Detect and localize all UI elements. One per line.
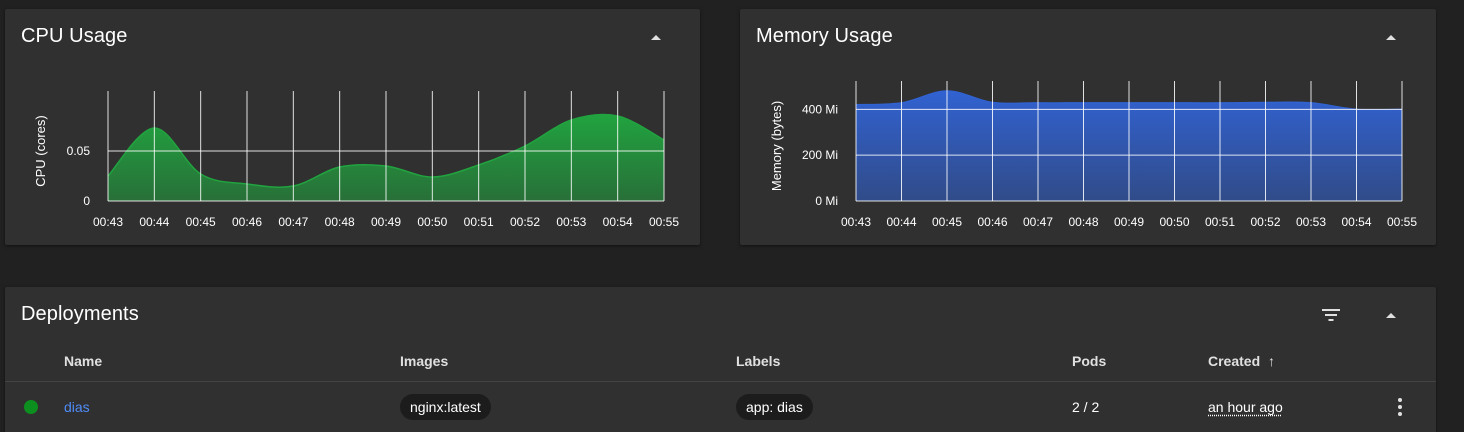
y-tick-label: 400 Mi [802,102,838,116]
x-tick-label: 00:47 [278,215,308,229]
column-header-labels[interactable]: Labels [736,353,780,369]
column-header-name[interactable]: Name [64,353,102,369]
more-vert-icon-dot [1398,405,1402,409]
y-axis-label: Memory (bytes) [769,101,784,191]
cpu-usage-title: CPU Usage [21,25,128,48]
column-header-pods[interactable]: Pods [1072,353,1106,369]
x-tick-label: 00:50 [1159,215,1189,229]
x-tick-label: 00:54 [603,215,633,229]
x-tick-label: 00:43 [93,215,123,229]
x-tick-label: 00:43 [841,215,871,229]
status-ready-icon [24,400,38,414]
x-tick-label: 00:48 [325,215,355,229]
chevron-up-icon [1385,311,1397,319]
deployment-name-link[interactable]: dias [64,399,90,415]
chevron-up-icon [1385,33,1397,41]
more-vert-icon-dot [1398,412,1402,416]
x-tick-label: 00:52 [510,215,540,229]
cpu-usage-card: CPU Usage 00:43 00:44 00:45 00:46 00:47 00:48… [5,9,700,245]
cpu-collapse-button[interactable] [642,23,670,51]
deployments-card: Deployments Name Images Labels Pods Crea… [5,287,1436,432]
x-tick-label: 00:46 [977,215,1007,229]
x-tick-label: 00:49 [1114,215,1144,229]
x-tick-label: 00:48 [1068,215,1098,229]
memory-usage-title: Memory Usage [756,25,893,48]
y-tick-label: 0 Mi [815,194,838,208]
y-axis-label: CPU (cores) [33,115,48,187]
column-header-images[interactable]: Images [400,353,448,369]
x-tick-label: 00:44 [886,215,916,229]
x-tick-label: 00:46 [232,215,262,229]
x-tick-label: 00:47 [1023,215,1053,229]
y-tick-label: 0.05 [67,144,91,158]
x-tick-label: 00:53 [1296,215,1326,229]
area-series [856,91,1402,201]
series-line [108,114,664,187]
column-header-created[interactable]: Created ↑ [1208,353,1275,369]
header-divider [5,381,1436,382]
created-time: an hour ago [1208,399,1283,415]
image-chip: nginx:latest [400,394,491,420]
deployments-title: Deployments [21,303,139,326]
series-line [856,91,1402,110]
x-tick-label: 00:52 [1250,215,1280,229]
pods-count: 2 / 2 [1072,399,1099,415]
more-vert-icon-dot [1398,398,1402,402]
area-series [108,114,664,201]
x-tick-label: 00:55 [1387,215,1417,229]
x-tick-label: 00:45 [186,215,216,229]
filter-button[interactable] [1317,301,1345,329]
x-tick-label: 00:44 [139,215,169,229]
x-tick-label: 00:51 [1205,215,1235,229]
deployments-collapse-button[interactable] [1377,301,1405,329]
chevron-up-icon [650,33,662,41]
filter-icon [1322,308,1340,322]
y-tick-label: 0 [83,194,90,208]
column-header-created-label: Created [1208,353,1260,369]
x-tick-label: 00:49 [371,215,401,229]
x-tick-label: 00:53 [556,215,586,229]
sort-ascending-icon: ↑ [1268,353,1275,369]
x-tick-label: 00:45 [932,215,962,229]
label-chip: app: dias [736,394,813,420]
row-actions-menu-button[interactable] [1390,395,1410,419]
x-tick-label: 00:51 [464,215,494,229]
y-tick-label: 200 Mi [802,148,838,162]
x-tick-label: 00:54 [1341,215,1371,229]
x-tick-label: 00:50 [417,215,447,229]
memory-usage-card: Memory Usage 00:43 00:44 00:45 00:46 00:47 00… [740,9,1436,245]
x-tick-label: 00:55 [649,215,679,229]
memory-collapse-button[interactable] [1377,23,1405,51]
